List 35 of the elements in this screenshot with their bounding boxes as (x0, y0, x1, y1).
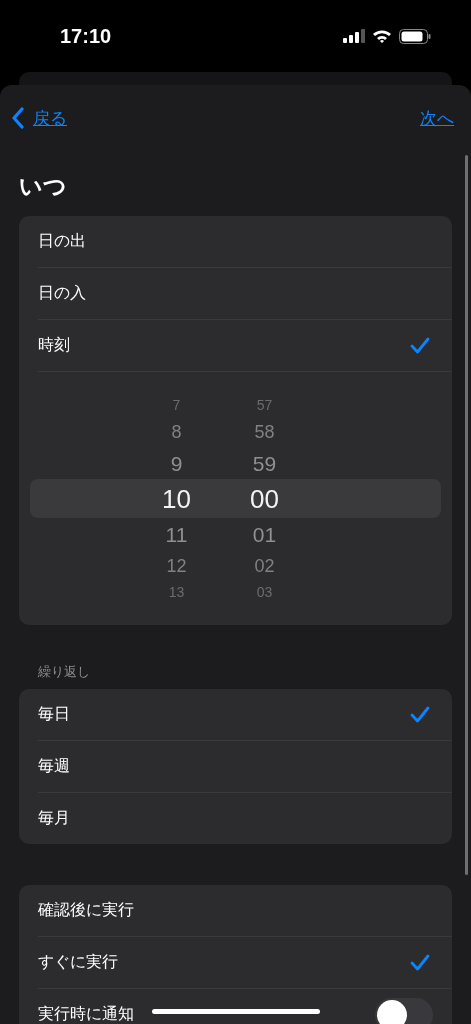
hour-wheel[interactable]: 7 8 9 10 11 12 13 (156, 393, 197, 604)
minute-value: 58 (254, 422, 275, 441)
hour-value: 10 (162, 485, 191, 512)
option-row[interactable]: 毎週 (38, 741, 452, 793)
wifi-icon (372, 29, 392, 43)
minute-value: 57 (256, 398, 273, 412)
minute-value: 03 (256, 585, 273, 599)
section-title: いつ (19, 172, 68, 201)
option-row[interactable]: 毎月 (38, 793, 452, 844)
chevron-left-icon (11, 107, 25, 129)
minute-value: 00 (250, 485, 279, 512)
option-row[interactable]: 日の出 (38, 216, 452, 268)
hour-value: 9 (170, 452, 183, 474)
back-link[interactable]: 戻る (11, 106, 67, 130)
minute-wheel[interactable]: 57 58 59 00 01 02 03 (244, 393, 285, 604)
option-row[interactable]: 毎日 (38, 689, 452, 741)
option-row[interactable]: 実行時に通知 (38, 989, 452, 1024)
battery-icon (399, 28, 431, 44)
option-row[interactable]: 確認後に実行 (38, 885, 452, 937)
next-link[interactable]: 次へ (420, 106, 454, 130)
hour-value: 13 (168, 585, 185, 599)
hour-value: 7 (172, 398, 181, 412)
toggle-switch[interactable] (375, 997, 433, 1024)
hour-value: 8 (171, 422, 182, 441)
option-row[interactable]: 日の入 (38, 268, 452, 320)
signal-icon (343, 29, 365, 43)
option-row[interactable]: 時刻 (38, 320, 452, 372)
section-header: 繰り返し (38, 663, 91, 681)
option-row[interactable]: すぐに実行 (38, 937, 452, 989)
minute-value: 59 (252, 452, 277, 474)
minute-value: 02 (254, 556, 275, 575)
minute-value: 01 (252, 523, 277, 545)
hour-value: 12 (166, 556, 187, 575)
hour-value: 11 (165, 523, 188, 545)
status-time: 17:10 (60, 24, 112, 48)
